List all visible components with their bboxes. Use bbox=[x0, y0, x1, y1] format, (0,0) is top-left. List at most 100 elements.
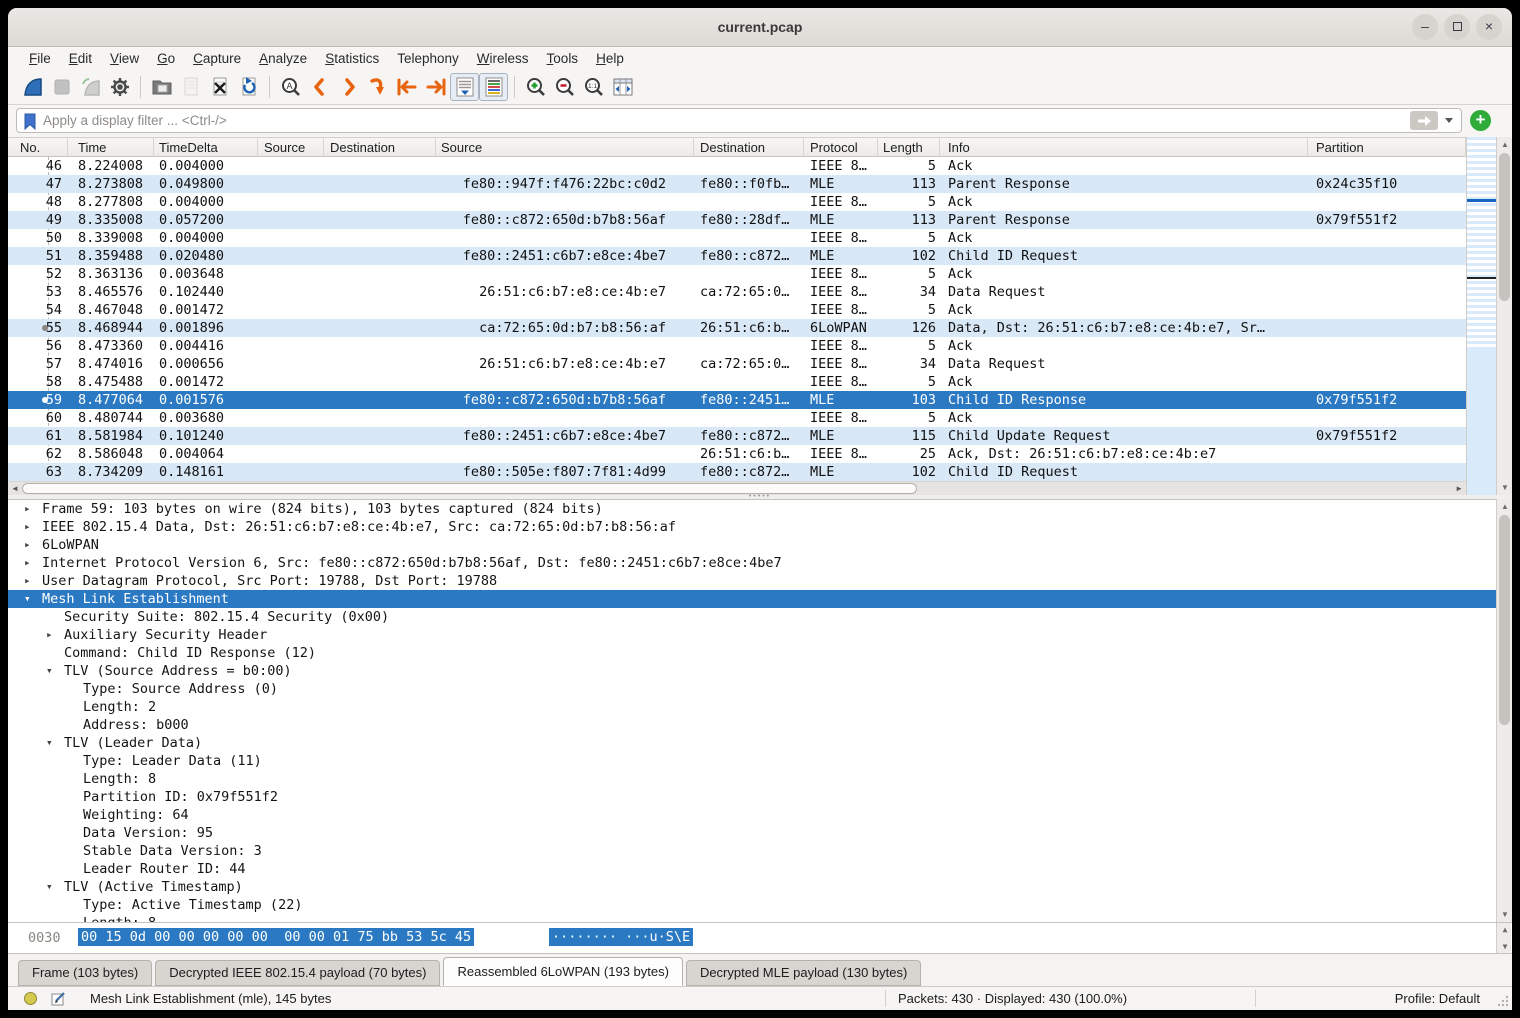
detail-tree-item[interactable]: ▾TLV (Source Address = b0:00) bbox=[8, 662, 1496, 680]
expanded-arrow-icon[interactable]: ▾ bbox=[24, 590, 31, 608]
packet-row[interactable]: 538.4655760.10244026:51:c6:b7:e8:ce:4b:e… bbox=[8, 283, 1466, 301]
menu-capture[interactable]: Capture bbox=[184, 49, 250, 68]
detail-vscrollbar[interactable]: ▲ ▼ bbox=[1496, 499, 1512, 922]
column-header-timedelta[interactable]: TimeDelta bbox=[154, 138, 258, 158]
packet-row[interactable]: 578.4740160.00065626:51:c6:b7:e8:ce:4b:e… bbox=[8, 355, 1466, 373]
close-capture-icon[interactable] bbox=[205, 73, 234, 101]
auto-scroll-icon[interactable] bbox=[450, 73, 479, 101]
column-header-destination[interactable]: Destination bbox=[324, 138, 436, 158]
menu-analyze[interactable]: Analyze bbox=[250, 49, 316, 68]
column-header-source[interactable]: Source bbox=[436, 138, 694, 158]
packet-list-hscrollbar[interactable]: ◄ ► bbox=[8, 481, 1466, 495]
expert-info-icon[interactable] bbox=[24, 992, 37, 1005]
column-header-partition[interactable]: Partition bbox=[1308, 138, 1466, 158]
resize-grip-icon[interactable] bbox=[1497, 995, 1509, 1007]
apply-filter-button[interactable] bbox=[1410, 111, 1438, 130]
expanded-arrow-icon[interactable]: ▾ bbox=[46, 662, 53, 680]
detail-tree-item[interactable]: ▾Mesh Link Establishment bbox=[8, 590, 1496, 608]
packet-row[interactable]: 468.2240080.004000IEEE 8…5Ack bbox=[8, 157, 1466, 175]
scroll-up-icon[interactable]: ▲ bbox=[1497, 140, 1512, 149]
packet-row[interactable]: 568.4733600.004416IEEE 8…5Ack bbox=[8, 337, 1466, 355]
hex-vscrollbar[interactable]: ▲ ▼ bbox=[1496, 923, 1511, 953]
scroll-up-icon[interactable]: ▲ bbox=[1497, 925, 1512, 934]
packet-row[interactable]: 558.4689440.001896ca:72:65:0d:b7:b8:56:a… bbox=[8, 319, 1466, 337]
scroll-left-icon[interactable]: ◄ bbox=[11, 484, 19, 493]
go-forward-icon[interactable] bbox=[334, 73, 363, 101]
scroll-right-icon[interactable]: ► bbox=[1455, 484, 1463, 493]
stop-capture-icon[interactable] bbox=[47, 73, 76, 101]
menu-file[interactable]: File bbox=[20, 49, 60, 68]
add-filter-button[interactable]: + bbox=[1470, 110, 1491, 131]
packet-row[interactable]: 638.7342090.148161fe80::505e:f807:7f81:4… bbox=[8, 463, 1466, 481]
bookmark-icon[interactable] bbox=[21, 111, 39, 131]
go-back-icon[interactable] bbox=[305, 73, 334, 101]
hscroll-thumb[interactable] bbox=[22, 483, 917, 494]
zoom-in-icon[interactable] bbox=[521, 73, 550, 101]
byte-view-tab-2[interactable]: Reassembled 6LoWPAN (193 bytes) bbox=[443, 957, 682, 986]
column-header-source[interactable]: Source bbox=[258, 138, 324, 158]
packet-row[interactable]: 588.4754880.001472IEEE 8…5Ack bbox=[8, 373, 1466, 391]
menu-edit[interactable]: Edit bbox=[60, 49, 101, 68]
restart-capture-icon[interactable] bbox=[76, 73, 105, 101]
colorize-packets-icon[interactable] bbox=[479, 73, 508, 101]
status-profile[interactable]: Profile: Default bbox=[1395, 991, 1480, 1006]
column-header-info[interactable]: Info bbox=[940, 138, 1308, 158]
byte-view-tab-3[interactable]: Decrypted MLE payload (130 bytes) bbox=[686, 960, 921, 986]
collapsed-arrow-icon[interactable]: ▸ bbox=[24, 518, 31, 536]
packet-row[interactable]: 498.3350080.057200fe80::c872:650d:b7b8:5… bbox=[8, 211, 1466, 229]
detail-tree-item[interactable]: ▸Auxiliary Security Header bbox=[8, 626, 1496, 644]
menu-help[interactable]: Help bbox=[587, 49, 633, 68]
byte-view-tab-1[interactable]: Decrypted IEEE 802.15.4 payload (70 byte… bbox=[155, 960, 440, 986]
packet-list-vscrollbar[interactable]: ▲ ▼ bbox=[1496, 137, 1512, 495]
detail-tree-item[interactable]: Partition ID: 0x79f551f2 bbox=[8, 788, 1496, 806]
hex-bytes-selected[interactable]: 00 15 0d 00 00 00 00 00 00 00 01 75 bb 5… bbox=[78, 928, 474, 946]
column-header-length[interactable]: Length bbox=[878, 138, 940, 158]
menu-view[interactable]: View bbox=[101, 49, 148, 68]
packet-row[interactable]: 508.3390080.004000IEEE 8…5Ack bbox=[8, 229, 1466, 247]
column-header-destination[interactable]: Destination bbox=[694, 138, 804, 158]
column-header-no[interactable]: No. bbox=[8, 138, 68, 158]
menu-wireless[interactable]: Wireless bbox=[468, 49, 538, 68]
scroll-down-icon[interactable]: ▼ bbox=[1497, 942, 1512, 951]
start-capture-fin-icon[interactable] bbox=[18, 73, 47, 101]
menu-telephony[interactable]: Telephony bbox=[388, 49, 468, 68]
maximize-button[interactable] bbox=[1444, 14, 1470, 40]
menu-tools[interactable]: Tools bbox=[538, 49, 588, 68]
expanded-arrow-icon[interactable]: ▾ bbox=[46, 878, 53, 896]
detail-tree-item[interactable]: ▾TLV (Leader Data) bbox=[8, 734, 1496, 752]
collapsed-arrow-icon[interactable]: ▸ bbox=[24, 554, 31, 572]
detail-tree-item[interactable]: Address: b000 bbox=[8, 716, 1496, 734]
collapsed-arrow-icon[interactable]: ▸ bbox=[24, 536, 31, 554]
go-last-packet-icon[interactable] bbox=[421, 73, 450, 101]
filter-dropdown-caret[interactable] bbox=[1445, 118, 1453, 123]
save-capture-icon[interactable] bbox=[176, 73, 205, 101]
scroll-down-icon[interactable]: ▼ bbox=[1497, 910, 1512, 919]
minimize-button[interactable]: – bbox=[1412, 14, 1438, 40]
detail-tree-item[interactable]: Command: Child ID Response (12) bbox=[8, 644, 1496, 662]
detail-tree-item[interactable]: Security Suite: 802.15.4 Security (0x00) bbox=[8, 608, 1496, 626]
detail-tree-item[interactable]: ▸IEEE 802.15.4 Data, Dst: 26:51:c6:b7:e8… bbox=[8, 518, 1496, 536]
packet-row[interactable]: 518.3594880.020480fe80::2451:c6b7:e8ce:4… bbox=[8, 247, 1466, 265]
packet-row[interactable]: 548.4670480.001472IEEE 8…5Ack bbox=[8, 301, 1466, 319]
packet-row[interactable]: 608.4807440.003680IEEE 8…5Ack bbox=[8, 409, 1466, 427]
packet-row[interactable]: 618.5819840.101240fe80::2451:c6b7:e8ce:4… bbox=[8, 427, 1466, 445]
collapsed-arrow-icon[interactable]: ▸ bbox=[46, 626, 53, 644]
menu-go[interactable]: Go bbox=[148, 49, 184, 68]
capture-comment-icon[interactable] bbox=[50, 991, 67, 1007]
zoom-original-icon[interactable]: 1:1 bbox=[579, 73, 608, 101]
detail-tree-item[interactable]: ▸Frame 59: 103 bytes on wire (824 bits),… bbox=[8, 500, 1496, 518]
menu-statistics[interactable]: Statistics bbox=[316, 49, 388, 68]
collapsed-arrow-icon[interactable]: ▸ bbox=[24, 500, 31, 518]
scroll-up-icon[interactable]: ▲ bbox=[1497, 502, 1512, 511]
detail-tree-item[interactable]: Type: Leader Data (11) bbox=[8, 752, 1496, 770]
vscroll-thumb[interactable] bbox=[1499, 153, 1510, 301]
column-header-time[interactable]: Time bbox=[68, 138, 154, 158]
expanded-arrow-icon[interactable]: ▾ bbox=[46, 734, 53, 752]
detail-tree-item[interactable]: ▸User Datagram Protocol, Src Port: 19788… bbox=[8, 572, 1496, 590]
detail-tree-item[interactable]: Stable Data Version: 3 bbox=[8, 842, 1496, 860]
column-header-protocol[interactable]: Protocol bbox=[804, 138, 878, 158]
detail-tree-item[interactable]: Length: 8 bbox=[8, 914, 1496, 922]
detail-tree-item[interactable]: ▸6LoWPAN bbox=[8, 536, 1496, 554]
packet-row[interactable]: 628.5860480.00406426:51:c6:b…IEEE 8…25Ac… bbox=[8, 445, 1466, 463]
display-filter-input[interactable] bbox=[43, 113, 1410, 128]
